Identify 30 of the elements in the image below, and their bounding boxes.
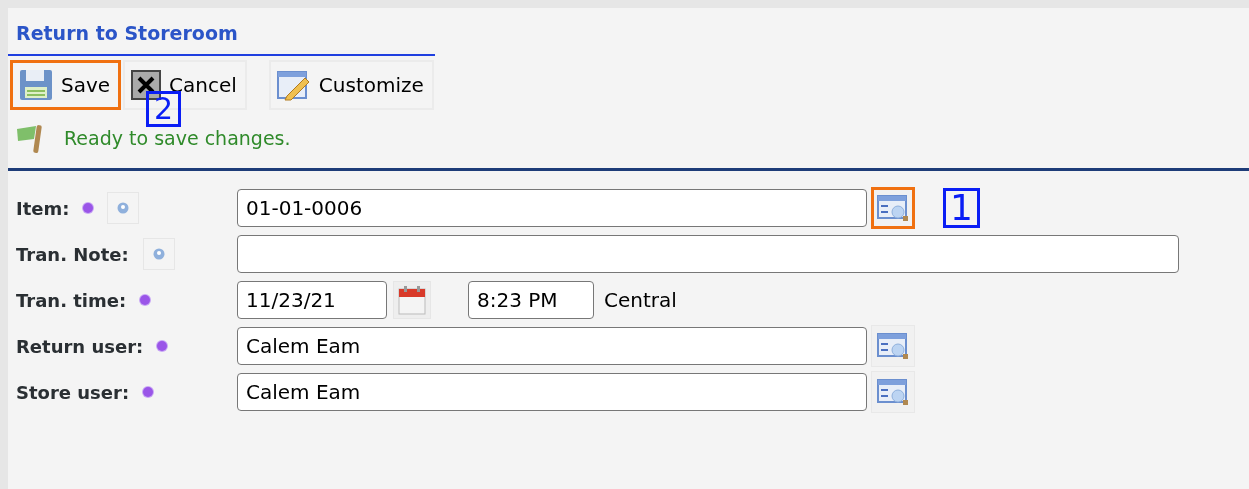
lookup-icon [877,378,909,406]
text-field[interactable] [237,235,1179,273]
text-field[interactable]: Calem Eam [237,373,867,411]
field-label: Store user: [16,381,130,403]
text-field[interactable]: 01-01-0006 [237,189,867,227]
help-button[interactable] [107,192,140,224]
flag-icon [16,123,44,153]
status-message: Ready to save changes. [64,127,291,149]
customize-button[interactable]: Customize [268,60,434,110]
lookup-button[interactable] [871,187,915,229]
save-button[interactable]: Save [10,60,122,110]
help-icon [152,248,165,260]
calendar-icon [398,285,426,315]
text-field[interactable]: Calem Eam [237,327,867,365]
field-label: Return user: [16,335,144,357]
field-label: Tran. time: [16,289,127,311]
callout-number: 2 [146,91,182,127]
date-field[interactable]: 11/23/21 [237,281,387,319]
help-icon [117,202,130,214]
lookup-icon [877,332,909,360]
field-label: Tran. Note: [16,243,129,265]
field-label: Item: [16,197,70,219]
calendar-button[interactable] [393,281,431,319]
help-button[interactable] [142,238,175,270]
time-zone-label: Central [604,288,677,312]
page-title: Return to Storeroom [16,22,239,44]
callout-number: 1 [943,188,980,228]
time-field[interactable]: 8:23 PM [468,281,594,319]
lookup-icon [877,194,909,222]
form-pencil-icon [276,69,311,101]
